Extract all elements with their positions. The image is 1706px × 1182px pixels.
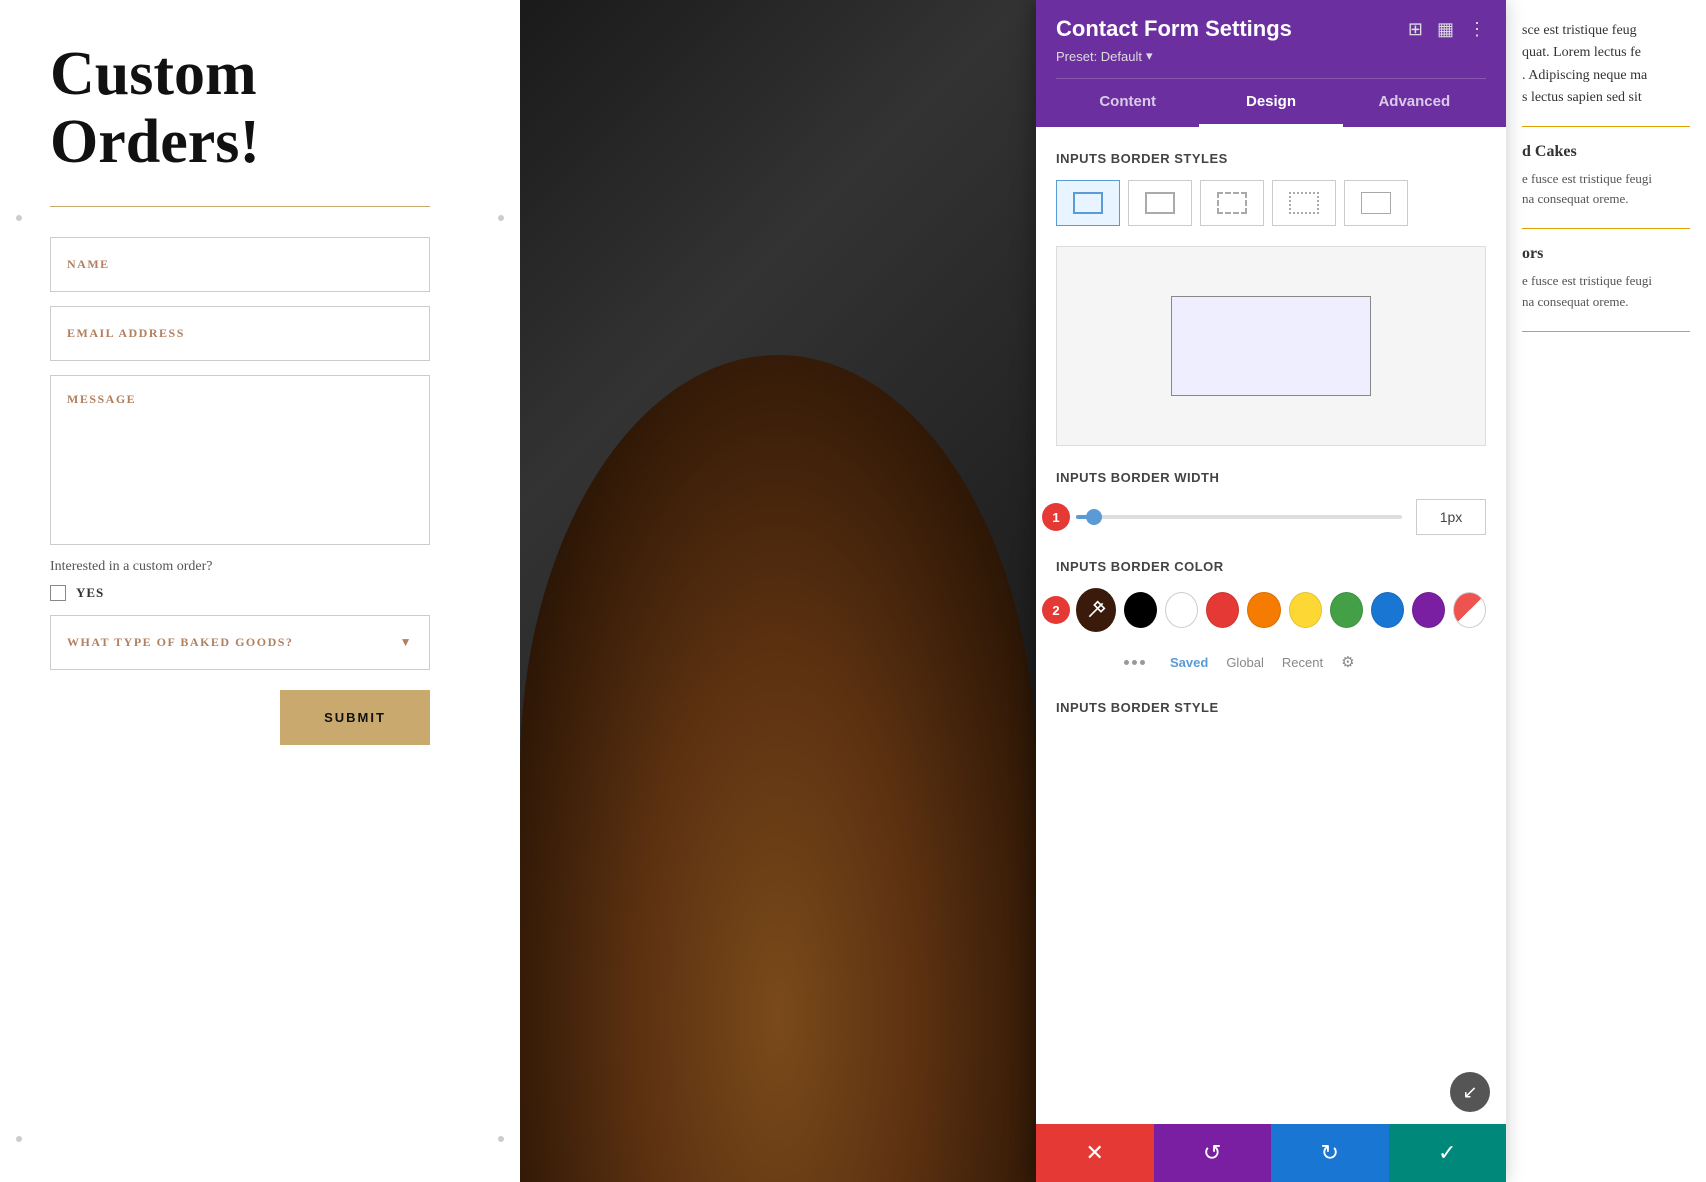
border-width-value[interactable]: 1px xyxy=(1416,499,1486,535)
color-swatch-green[interactable] xyxy=(1330,592,1363,628)
color-swatch-orange[interactable] xyxy=(1247,592,1280,628)
dot-decor-2 xyxy=(498,215,504,221)
panel-body: Inputs Border Styles Inputs Border Width xyxy=(1036,127,1506,1124)
title-divider xyxy=(50,206,430,207)
dropdown-arrow-icon: ▼ xyxy=(400,635,413,650)
border-color-label: Inputs Border Color xyxy=(1056,559,1486,574)
preset-arrow-icon: ▾ xyxy=(1146,48,1153,64)
panel-tabs: Content Design Advanced xyxy=(1056,78,1486,127)
tab-advanced[interactable]: Advanced xyxy=(1343,79,1486,127)
saved-tab[interactable]: Saved xyxy=(1170,655,1208,670)
panel-icon-group: ⊞ ▦ ⋮ xyxy=(1408,19,1486,40)
background-image xyxy=(520,0,1036,1182)
step-2-badge: 2 xyxy=(1042,596,1070,624)
color-picker-row: 2 xyxy=(1056,588,1486,632)
submit-button[interactable]: SUBMIT xyxy=(280,690,430,745)
dot-decor-4 xyxy=(498,1136,504,1142)
bread-texture xyxy=(520,355,1036,1182)
yes-checkbox-row: YES xyxy=(50,585,470,601)
border-style-solid[interactable] xyxy=(1056,180,1120,226)
border-style-bottom-label: Inputs Border Style xyxy=(1056,700,1486,715)
eyedropper-button[interactable] xyxy=(1076,588,1116,632)
right-divider-1 xyxy=(1522,126,1690,127)
global-tab[interactable]: Global xyxy=(1226,655,1264,670)
more-icon[interactable]: ⋮ xyxy=(1468,19,1486,40)
color-saved-row: Saved Global Recent ⚙ xyxy=(1056,644,1486,680)
right-section-2-title: ors xyxy=(1522,245,1690,263)
page-title: Custom Orders! xyxy=(50,40,470,176)
redo-button[interactable]: ↻ xyxy=(1271,1124,1389,1182)
preset-row: Preset: Default ▾ xyxy=(1056,48,1486,64)
color-swatch-white[interactable] xyxy=(1165,592,1198,628)
color-swatch-blue[interactable] xyxy=(1371,592,1404,628)
color-swatch-yellow[interactable] xyxy=(1289,592,1322,628)
border-style-dashed[interactable] xyxy=(1200,180,1264,226)
dot-decor-1 xyxy=(16,215,22,221)
scroll-indicator[interactable]: ↙ xyxy=(1450,1072,1490,1112)
color-swatch-red[interactable] xyxy=(1206,592,1239,628)
step-1-badge: 1 xyxy=(1042,503,1070,531)
dot-decor-3 xyxy=(16,1136,22,1142)
border-width-label: Inputs Border Width xyxy=(1056,470,1486,485)
page-background xyxy=(520,0,1036,1182)
right-divider-3 xyxy=(1522,331,1690,332)
cancel-button[interactable]: ✕ xyxy=(1036,1124,1154,1182)
right-divider-2 xyxy=(1522,228,1690,229)
panel-title-row: Contact Form Settings ⊞ ▦ ⋮ xyxy=(1056,16,1486,42)
color-swatch-black[interactable] xyxy=(1124,592,1157,628)
slider-thumb[interactable] xyxy=(1086,509,1102,525)
tab-content[interactable]: Content xyxy=(1056,79,1199,127)
yes-label: YES xyxy=(76,585,104,601)
border-styles-label: Inputs Border Styles xyxy=(1056,151,1486,166)
responsive-icon[interactable]: ⊞ xyxy=(1408,19,1423,40)
settings-panel: Contact Form Settings ⊞ ▦ ⋮ Preset: Defa… xyxy=(1036,0,1506,1182)
dotted-border-icon xyxy=(1289,192,1319,214)
border-style-dotted[interactable] xyxy=(1272,180,1336,226)
color-swatch-clear[interactable] xyxy=(1453,592,1486,628)
right-section-1-title: d Cakes xyxy=(1522,143,1690,161)
color-settings-icon[interactable]: ⚙ xyxy=(1341,653,1354,671)
right-section-2-text: e fusce est tristique feugi na consequat… xyxy=(1522,271,1690,313)
more-colors-button[interactable] xyxy=(1116,644,1152,680)
border-style-options xyxy=(1056,180,1486,226)
border-style-thin[interactable] xyxy=(1344,180,1408,226)
recent-tab[interactable]: Recent xyxy=(1282,655,1323,670)
panel-title: Contact Form Settings xyxy=(1056,16,1292,42)
undo-button[interactable]: ↺ xyxy=(1154,1124,1272,1182)
panel-header: Contact Form Settings ⊞ ▦ ⋮ Preset: Defa… xyxy=(1036,0,1506,127)
yes-checkbox[interactable] xyxy=(50,585,66,601)
border-width-slider[interactable] xyxy=(1076,515,1402,519)
message-field[interactable]: MESSAGE xyxy=(50,375,430,545)
right-section-1-text: e fusce est tristique feugi na consequat… xyxy=(1522,169,1690,211)
action-bar: ✕ ↺ ↻ ✓ xyxy=(1036,1124,1506,1182)
border-preview-box xyxy=(1171,296,1371,396)
border-width-slider-row: 1 1px xyxy=(1056,499,1486,535)
solid-border-icon xyxy=(1073,192,1103,214)
name-field[interactable]: NAME xyxy=(50,237,430,292)
confirm-button[interactable]: ✓ xyxy=(1389,1124,1507,1182)
interested-text: Interested in a custom order? xyxy=(50,559,470,575)
left-panel: Custom Orders! NAME EMAIL ADDRESS MESSAG… xyxy=(0,0,520,1182)
tab-design[interactable]: Design xyxy=(1199,79,1342,127)
color-swatch-purple[interactable] xyxy=(1412,592,1445,628)
thin-border-icon xyxy=(1361,192,1391,214)
right-text-1: sce est tristique feug quat. Lorem lectu… xyxy=(1522,20,1690,110)
layout-icon[interactable]: ▦ xyxy=(1437,19,1454,40)
border-style-medium[interactable] xyxy=(1128,180,1192,226)
border-preview-area xyxy=(1056,246,1486,446)
email-field[interactable]: EMAIL ADDRESS xyxy=(50,306,430,361)
medium-border-icon xyxy=(1145,192,1175,214)
right-panel: sce est tristique feug quat. Lorem lectu… xyxy=(1506,0,1706,1182)
dashed-border-icon xyxy=(1217,192,1247,214)
baked-goods-dropdown[interactable]: WHAT TYPE OF BAKED GOODS? ▼ xyxy=(50,615,430,670)
scroll-down-icon: ↙ xyxy=(1462,1082,1477,1103)
